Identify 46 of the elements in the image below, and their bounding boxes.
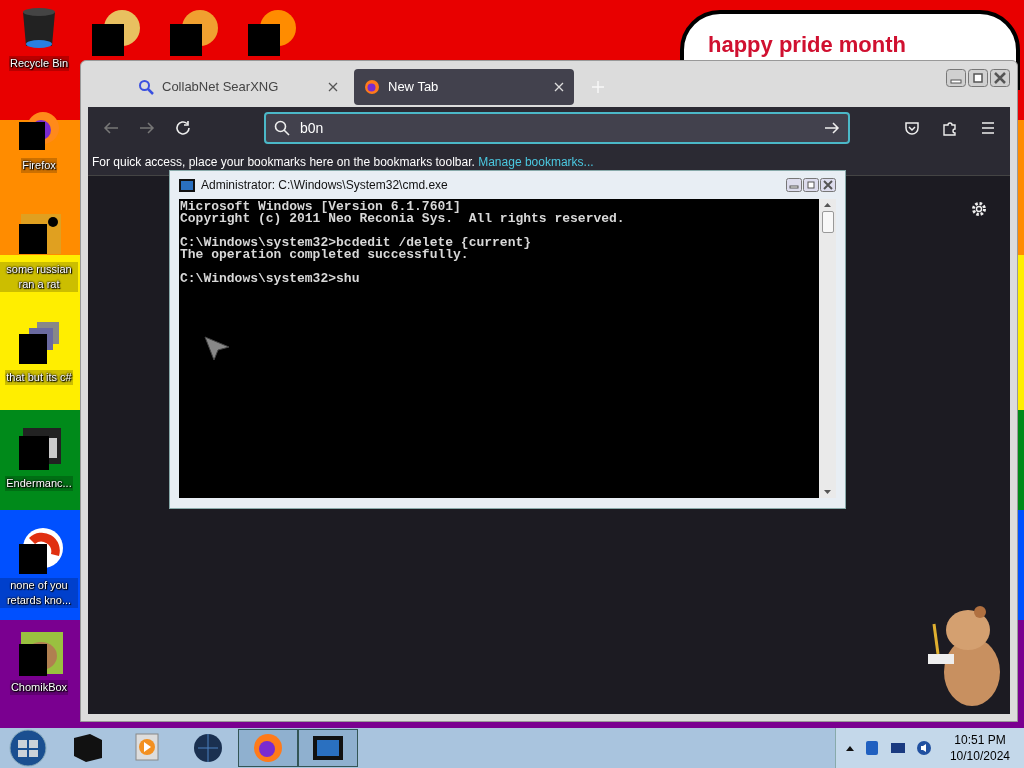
speaker-icon[interactable] (915, 740, 932, 756)
firefox-icon (364, 79, 380, 95)
console-line: C:\Windows\system32>shu (180, 270, 360, 285)
caret-up-icon[interactable] (845, 745, 854, 751)
close-icon[interactable] (328, 82, 338, 92)
console-line: C:\Windows\system32>bcdedit /delete {current} (180, 234, 532, 249)
window-title: Administrator: C:\Windows\System32\cmd.exe (201, 177, 449, 194)
console-line: Microsoft Windows [Version 6.1.7601] (180, 201, 461, 213)
app-icon[interactable] (90, 8, 140, 58)
icon-label[interactable]: ChomikBox (9, 680, 69, 695)
browser-tab[interactable]: CollabNet SearXNG (128, 69, 348, 105)
app-icon[interactable] (168, 8, 218, 58)
monitor-icon[interactable] (889, 740, 906, 756)
clock-time[interactable]: 10:51 PM (954, 732, 1006, 748)
browser-tab[interactable]: New Tab (354, 69, 574, 105)
taskbar-button[interactable] (298, 729, 358, 767)
pocket-icon[interactable] (904, 120, 920, 136)
minimize-icon[interactable] (946, 69, 966, 87)
arrow-right-icon[interactable] (824, 120, 840, 136)
icon-label[interactable]: Recycle Bin (8, 56, 70, 71)
scroll-thumb[interactable] (821, 211, 834, 233)
close-icon[interactable] (820, 178, 836, 192)
maximize-icon[interactable] (968, 69, 988, 87)
console-icon (179, 178, 195, 192)
console-line: Copyright (c) 2011 Neo Reconia Sys. All rights reserved. (180, 213, 625, 225)
scrollbar[interactable] (819, 199, 836, 498)
icon-label[interactable]: Endermanc... (5, 476, 73, 491)
menu-icon[interactable] (980, 120, 996, 136)
pointer-icon (204, 336, 230, 362)
reload-icon[interactable] (174, 119, 192, 137)
search-icon (138, 79, 154, 95)
icon-label[interactable]: none of you retards kno... (0, 578, 78, 608)
search-icon (274, 120, 290, 136)
puzzle-icon[interactable] (942, 120, 958, 136)
manage-bookmarks-link[interactable]: Manage bookmarks... (478, 155, 594, 169)
clock-date[interactable]: 10/10/2024 (949, 748, 1010, 764)
app-icon[interactable] (246, 8, 296, 58)
address-bar[interactable]: b0n (264, 112, 850, 144)
start-orb-icon[interactable] (6, 728, 50, 768)
console-line: The operation completed successfully. (180, 249, 469, 261)
close-icon[interactable] (990, 69, 1010, 87)
tray-app-icon[interactable] (863, 740, 880, 756)
minimize-icon[interactable] (786, 178, 802, 192)
maximize-icon[interactable] (803, 178, 819, 192)
bookmarks-hint: For quick access, place your bookmarks here on the bookmarks toolbar. Manage bookmarks... (92, 154, 594, 171)
settings-icon[interactable] (970, 200, 988, 218)
